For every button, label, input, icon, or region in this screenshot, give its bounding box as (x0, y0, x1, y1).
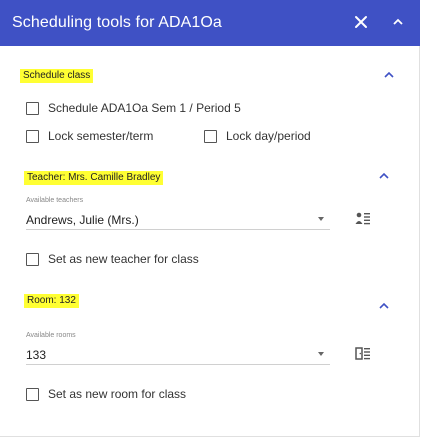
teacher-select[interactable]: Andrews, Julie (Mrs.) (26, 208, 330, 230)
teacher-select-value: Andrews, Julie (Mrs.) (26, 213, 139, 227)
set-teacher-label: Set as new teacher for class (48, 252, 199, 266)
panel-title: Scheduling tools for ADA1Oa (12, 14, 222, 31)
panel-header: Scheduling tools for ADA1Oa (0, 0, 420, 46)
schedule-class-label: Schedule ADA1Oa Sem 1 / Period 5 (48, 101, 241, 115)
schedule-section-title: Schedule class (20, 69, 94, 83)
teacher-section-title: Teacher: Mrs. Camille Bradley (24, 171, 164, 185)
set-room-checkbox[interactable] (26, 387, 39, 401)
room-dropdown-arrow-icon (318, 352, 324, 356)
teacher-dropdown-arrow-icon (318, 217, 324, 221)
schedule-section-collapse-icon[interactable] (383, 70, 395, 80)
schedule-class-checkbox-row[interactable]: Schedule ADA1Oa Sem 1 / Period 5 (26, 101, 241, 115)
close-icon[interactable] (352, 13, 370, 31)
lock-day-checkbox-row[interactable]: Lock day/period (204, 129, 311, 143)
room-list-icon[interactable] (355, 345, 371, 361)
set-teacher-checkbox[interactable] (26, 252, 39, 266)
lock-term-checkbox-row[interactable]: Lock semester/term (26, 129, 153, 143)
schedule-class-checkbox[interactable] (26, 101, 39, 115)
teacher-field-label: Available teachers (26, 197, 84, 204)
room-select[interactable]: 133 (26, 343, 330, 365)
room-select-value: 133 (26, 348, 47, 362)
room-field-label: Available rooms (26, 332, 76, 339)
set-teacher-checkbox-row[interactable]: Set as new teacher for class (26, 252, 199, 266)
teacher-list-icon[interactable] (355, 210, 371, 226)
lock-term-label: Lock semester/term (48, 129, 154, 143)
teacher-section-collapse-icon[interactable] (378, 171, 390, 181)
set-room-label: Set as new room for class (48, 387, 187, 401)
lock-term-checkbox[interactable] (26, 129, 39, 143)
lock-day-label: Lock day/period (226, 129, 311, 143)
scheduling-tools-panel: Scheduling tools for ADA1Oa Schedule cla… (0, 0, 420, 437)
lock-day-checkbox[interactable] (204, 129, 217, 143)
room-section-collapse-icon[interactable] (378, 301, 390, 311)
chevron-up-icon[interactable] (391, 16, 405, 28)
set-room-checkbox-row[interactable]: Set as new room for class (26, 387, 186, 401)
room-section-title: Room: 132 (24, 294, 79, 308)
